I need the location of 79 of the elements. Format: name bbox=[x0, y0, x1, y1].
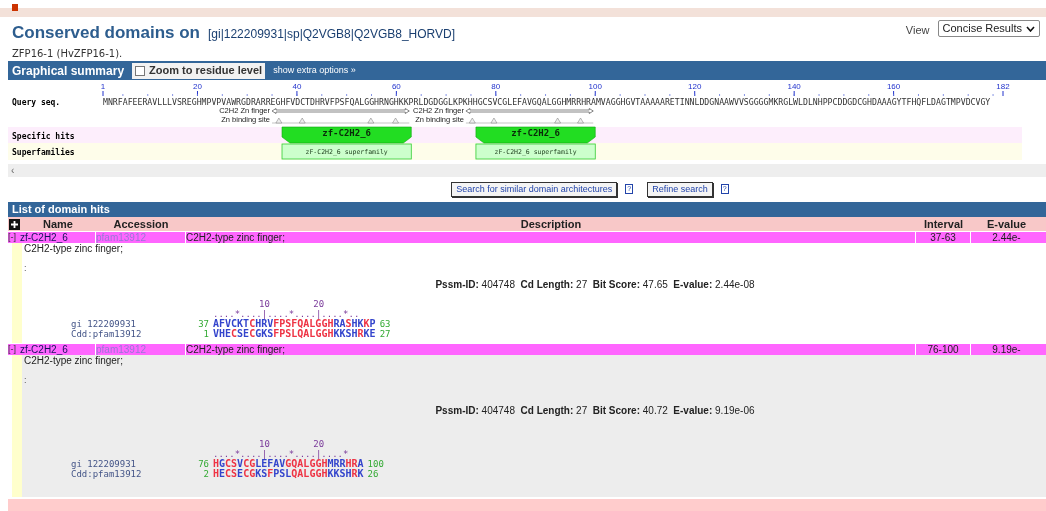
position-number: 76 bbox=[197, 459, 209, 469]
tick-label: 182 bbox=[996, 82, 1010, 91]
name-link[interactable]: zf-C2H2_6 bbox=[20, 232, 68, 243]
search-button[interactable]: Search for similar domain architectures bbox=[451, 181, 618, 197]
extra-options-link[interactable]: show extra options » bbox=[273, 63, 356, 78]
view-select[interactable]: Concise Results bbox=[937, 20, 1040, 37]
tick-label: 20 bbox=[193, 82, 202, 91]
marker-icon bbox=[12, 4, 18, 11]
column-header: E-value bbox=[985, 216, 1028, 232]
ruler-number: 10 bbox=[259, 439, 270, 449]
column-header: Description bbox=[519, 216, 583, 232]
aligned-sequence: AFVCKTCHRVFPSFQALGGHRASHKKP bbox=[213, 319, 376, 329]
table-cell: 9.19e- bbox=[992, 344, 1021, 355]
sequence-label: gi 122209931 bbox=[71, 459, 138, 469]
aligned-sequence: VHECSECGKSFPSLQALGGHKKSHRKE bbox=[213, 329, 376, 339]
sequence-label: gi 122209931 bbox=[71, 319, 138, 329]
tick-label: 160 bbox=[886, 82, 901, 91]
row-label: Superfamilies bbox=[12, 148, 75, 157]
description-text: C2H2-type zinc finger; bbox=[24, 243, 123, 255]
expand-all-icon[interactable] bbox=[8, 218, 20, 230]
score-line: Pssm-ID: 404748 Cd Length: 27 Bit Score: 47.65 E-value: 2.44e-08 bbox=[435, 279, 755, 291]
page-title: Conserved domains on bbox=[12, 22, 200, 44]
sequence-label: Cdd:pfam13912 bbox=[71, 469, 143, 479]
table-row[interactable]: [-] zf-C2H2_6 pfam13912 C2H2-type zinc finger; 37-63 2.44e- bbox=[8, 232, 1046, 243]
accession-title: [gi|122209931|sp|Q2VGB8|Q2VGB8_HORVD] bbox=[208, 26, 456, 43]
description-text: C2H2-type zinc finger; bbox=[24, 355, 123, 367]
checkbox[interactable] bbox=[135, 65, 146, 76]
domain-hit-label: zf-C2H2_6 bbox=[322, 128, 372, 138]
zoom-checkbox[interactable]: Zoom to residue level bbox=[132, 62, 266, 79]
section-title: Graphical summary bbox=[12, 62, 125, 80]
separator-text: : bbox=[24, 263, 27, 273]
table-row[interactable]: [-] zf-C2H2_6 pfam13912 C2H2-type zinc finger; 76-100 9.19e- bbox=[8, 344, 1046, 355]
row-label: Query seq. bbox=[12, 98, 61, 107]
column-header: Accession bbox=[112, 216, 170, 232]
subtitle: ZFP16-1 (HvZFP16-1). bbox=[12, 46, 124, 61]
column-header: Name bbox=[42, 216, 74, 232]
position-number: 37 bbox=[197, 319, 209, 329]
table-cell: 2.44e- bbox=[992, 232, 1021, 243]
ruler-number: 20 bbox=[313, 299, 325, 309]
query-sequence: MNRFAFEERAVLLLVSREGHMPVPVAWRGDRARREGHFVDCTDHRVFPSFQALGGHRNGHKKPRLDGDGGLKPKHHGCSVCGLEFAVGQALGGHMRRHRAMVAGGHGVTAAAAARETINNLDDGNAAWVVSGGGGMKRGLWLDLNHPPCDDGDCGHDAAAGYTFHQFLDAGTMPVDCVGY bbox=[103, 97, 991, 107]
domain-hit-label: zf-C2H2_6 bbox=[511, 128, 560, 138]
tick-label: 40 bbox=[292, 82, 302, 91]
tick-label: 80 bbox=[491, 82, 501, 91]
aligned-sequence: HECSECGKSFPSLQALGGHKKSHRK bbox=[213, 469, 364, 479]
ruler-number: 20 bbox=[313, 439, 325, 449]
tick-label: 120 bbox=[688, 82, 702, 91]
separator-text: : bbox=[24, 375, 27, 385]
domain-hit-box[interactable] bbox=[281, 126, 412, 144]
alignment-ruler: ....*....|....*....|....*.. bbox=[213, 309, 360, 319]
sequence-label: Cdd:pfam13912 bbox=[71, 329, 143, 339]
tick-label: 1 bbox=[100, 82, 106, 91]
domain-hit-box[interactable] bbox=[475, 126, 596, 144]
tick-label: 100 bbox=[588, 82, 602, 91]
ruler-number: 10 bbox=[259, 299, 270, 309]
caret-icon bbox=[1026, 25, 1035, 32]
tick-label: 140 bbox=[787, 82, 801, 91]
scroll-arrow[interactable]: ‹ bbox=[11, 165, 15, 176]
column-header: Interval bbox=[922, 216, 965, 232]
position-number: 27 bbox=[379, 329, 391, 339]
row-label: Specific hits bbox=[12, 132, 75, 141]
table-cell: 76-100 bbox=[927, 344, 959, 355]
section-title: List of domain hits bbox=[12, 202, 110, 218]
toggle-link[interactable]: [-] bbox=[8, 232, 20, 243]
position-number: 1 bbox=[202, 329, 209, 339]
position-number: 26 bbox=[367, 469, 379, 479]
view-label: View bbox=[905, 23, 930, 38]
alignment-ruler: ....*....|....*....|....* bbox=[213, 449, 349, 459]
position-number: 100 bbox=[367, 459, 384, 469]
table-cell: 37-63 bbox=[930, 232, 956, 243]
table-cell: C2H2-type zinc finger; bbox=[186, 232, 285, 243]
toggle-link[interactable]: [-] bbox=[8, 344, 20, 355]
position-number: 2 bbox=[202, 469, 209, 479]
table-cell: C2H2-type zinc finger; bbox=[186, 344, 285, 355]
name-link[interactable]: zf-C2H2_6 bbox=[20, 344, 68, 355]
score-line: Pssm-ID: 404748 Cd Length: 27 Bit Score: 40.72 E-value: 9.19e-06 bbox=[435, 405, 755, 417]
tick-label: 60 bbox=[391, 82, 401, 91]
search-button[interactable]: Refine search bbox=[647, 181, 713, 197]
position-number: 63 bbox=[379, 319, 391, 329]
aligned-sequence: HGCSVCGLEFAVGQALGGHMRRHRA bbox=[213, 459, 364, 469]
